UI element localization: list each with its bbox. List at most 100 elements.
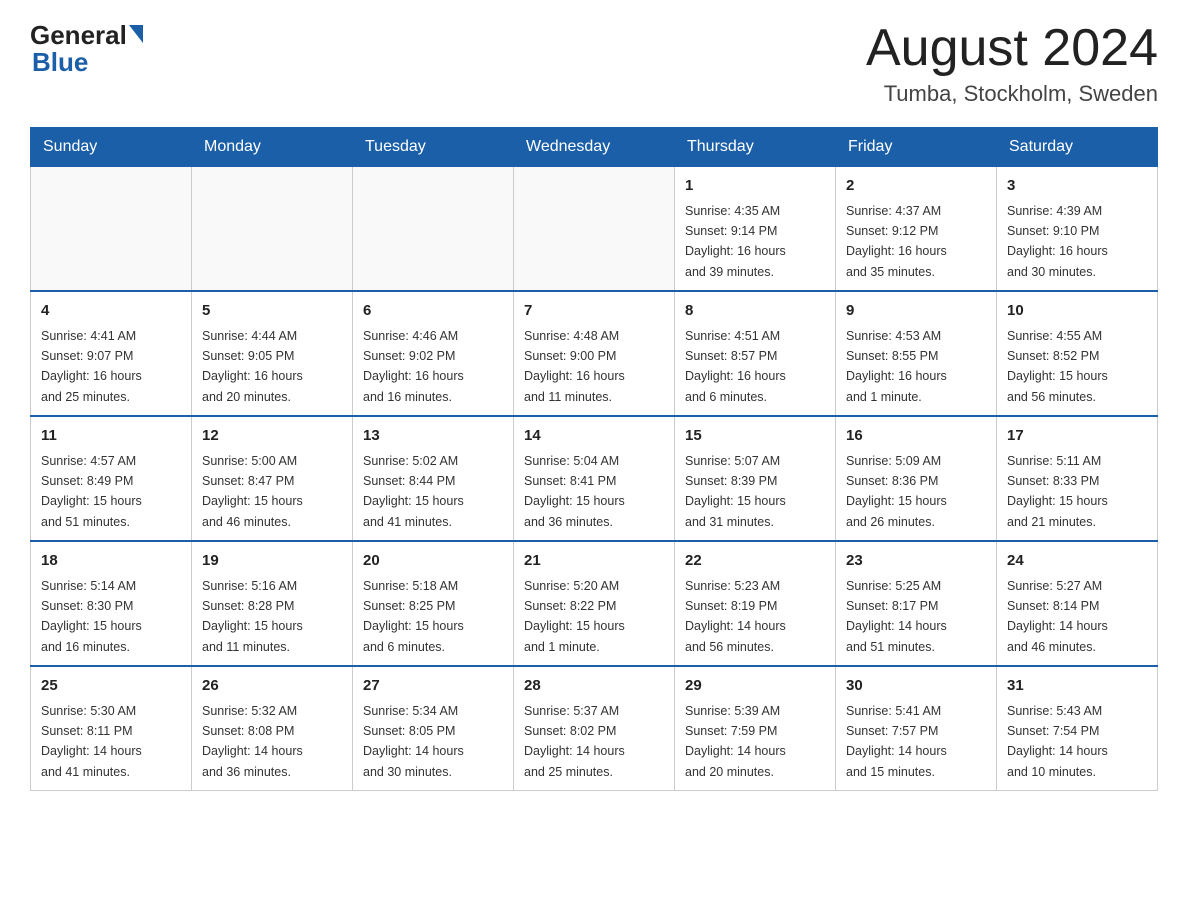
calendar-cell: 5 Sunrise: 4:44 AMSunset: 9:05 PMDaylight… — [192, 291, 353, 416]
day-number: 5 — [202, 300, 342, 323]
calendar-cell: 20 Sunrise: 5:18 AMSunset: 8:25 PMDayligh… — [353, 541, 514, 666]
calendar-week-1: 1 Sunrise: 4:35 AMSunset: 9:14 PMDaylight… — [31, 167, 1158, 292]
day-number: 16 — [846, 425, 986, 448]
calendar-cell: 31 Sunrise: 5:43 AMSunset: 7:54 PMDayligh… — [997, 666, 1158, 791]
calendar-cell: 1 Sunrise: 4:35 AMSunset: 9:14 PMDaylight… — [675, 167, 836, 292]
day-number: 14 — [524, 425, 664, 448]
day-info: Sunrise: 4:46 AMSunset: 9:02 PMDaylight:… — [363, 329, 464, 404]
day-number: 4 — [41, 300, 181, 323]
day-number: 1 — [685, 175, 825, 198]
calendar-cell: 9 Sunrise: 4:53 AMSunset: 8:55 PMDaylight… — [836, 291, 997, 416]
day-info: Sunrise: 4:57 AMSunset: 8:49 PMDaylight:… — [41, 454, 142, 529]
day-info: Sunrise: 5:27 AMSunset: 8:14 PMDaylight:… — [1007, 579, 1108, 654]
calendar-cell: 17 Sunrise: 5:11 AMSunset: 8:33 PMDayligh… — [997, 416, 1158, 541]
column-header-friday: Friday — [836, 128, 997, 167]
calendar-cell: 10Sunrise: 4:55 AMSunset: 8:52 PMDayligh… — [997, 291, 1158, 416]
column-header-saturday: Saturday — [997, 128, 1158, 167]
calendar-cell: 21 Sunrise: 5:20 AMSunset: 8:22 PMDayligh… — [514, 541, 675, 666]
day-number: 2 — [846, 175, 986, 198]
calendar-table: SundayMondayTuesdayWednesdayThursdayFrid… — [30, 127, 1158, 791]
day-info: Sunrise: 5:37 AMSunset: 8:02 PMDaylight:… — [524, 704, 625, 779]
title-section: August 2024 Tumba, Stockholm, Sweden — [866, 20, 1158, 107]
day-number: 18 — [41, 550, 181, 573]
calendar-cell: 8 Sunrise: 4:51 AMSunset: 8:57 PMDaylight… — [675, 291, 836, 416]
calendar-cell — [192, 167, 353, 292]
day-number: 28 — [524, 675, 664, 698]
day-info: Sunrise: 5:41 AMSunset: 7:57 PMDaylight:… — [846, 704, 947, 779]
day-number: 30 — [846, 675, 986, 698]
calendar-week-2: 4 Sunrise: 4:41 AMSunset: 9:07 PMDaylight… — [31, 291, 1158, 416]
calendar-cell: 2 Sunrise: 4:37 AMSunset: 9:12 PMDaylight… — [836, 167, 997, 292]
calendar-cell: 14 Sunrise: 5:04 AMSunset: 8:41 PMDayligh… — [514, 416, 675, 541]
day-info: Sunrise: 4:41 AMSunset: 9:07 PMDaylight:… — [41, 329, 142, 404]
day-number: 20 — [363, 550, 503, 573]
calendar-cell: 3Sunrise: 4:39 AMSunset: 9:10 PMDaylight… — [997, 167, 1158, 292]
day-info: Sunrise: 5:25 AMSunset: 8:17 PMDaylight:… — [846, 579, 947, 654]
column-header-thursday: Thursday — [675, 128, 836, 167]
calendar-cell: 4 Sunrise: 4:41 AMSunset: 9:07 PMDaylight… — [31, 291, 192, 416]
day-number: 12 — [202, 425, 342, 448]
day-info: Sunrise: 4:55 AMSunset: 8:52 PMDaylight:… — [1007, 329, 1108, 404]
day-number: 17 — [1007, 425, 1147, 448]
day-number: 8 — [685, 300, 825, 323]
day-info: Sunrise: 5:04 AMSunset: 8:41 PMDaylight:… — [524, 454, 625, 529]
day-number: 31 — [1007, 675, 1147, 698]
day-number: 15 — [685, 425, 825, 448]
day-info: Sunrise: 5:14 AMSunset: 8:30 PMDaylight:… — [41, 579, 142, 654]
calendar-cell: 29 Sunrise: 5:39 AMSunset: 7:59 PMDayligh… — [675, 666, 836, 791]
day-info: Sunrise: 5:00 AMSunset: 8:47 PMDaylight:… — [202, 454, 303, 529]
day-info: Sunrise: 5:20 AMSunset: 8:22 PMDaylight:… — [524, 579, 625, 654]
day-info: Sunrise: 5:39 AMSunset: 7:59 PMDaylight:… — [685, 704, 786, 779]
day-number: 25 — [41, 675, 181, 698]
day-info: Sunrise: 4:51 AMSunset: 8:57 PMDaylight:… — [685, 329, 786, 404]
calendar-cell: 11 Sunrise: 4:57 AMSunset: 8:49 PMDayligh… — [31, 416, 192, 541]
logo-blue-text: Blue — [32, 47, 88, 78]
day-info: Sunrise: 5:18 AMSunset: 8:25 PMDaylight:… — [363, 579, 464, 654]
day-number: 13 — [363, 425, 503, 448]
calendar-cell: 27 Sunrise: 5:34 AMSunset: 8:05 PMDayligh… — [353, 666, 514, 791]
day-info: Sunrise: 4:37 AMSunset: 9:12 PMDaylight:… — [846, 204, 947, 279]
column-header-sunday: Sunday — [31, 128, 192, 167]
day-number: 3 — [1007, 175, 1147, 198]
column-header-wednesday: Wednesday — [514, 128, 675, 167]
day-info: Sunrise: 5:34 AMSunset: 8:05 PMDaylight:… — [363, 704, 464, 779]
day-number: 24 — [1007, 550, 1147, 573]
calendar-cell: 12 Sunrise: 5:00 AMSunset: 8:47 PMDayligh… — [192, 416, 353, 541]
day-info: Sunrise: 4:53 AMSunset: 8:55 PMDaylight:… — [846, 329, 947, 404]
calendar-cell: 22Sunrise: 5:23 AMSunset: 8:19 PMDayligh… — [675, 541, 836, 666]
day-info: Sunrise: 5:09 AMSunset: 8:36 PMDaylight:… — [846, 454, 947, 529]
day-number: 27 — [363, 675, 503, 698]
day-number: 7 — [524, 300, 664, 323]
calendar-cell: 13 Sunrise: 5:02 AMSunset: 8:44 PMDayligh… — [353, 416, 514, 541]
calendar-week-3: 11 Sunrise: 4:57 AMSunset: 8:49 PMDayligh… — [31, 416, 1158, 541]
day-info: Sunrise: 5:32 AMSunset: 8:08 PMDaylight:… — [202, 704, 303, 779]
day-info: Sunrise: 5:07 AMSunset: 8:39 PMDaylight:… — [685, 454, 786, 529]
calendar-cell — [514, 167, 675, 292]
calendar-cell: 24 Sunrise: 5:27 AMSunset: 8:14 PMDayligh… — [997, 541, 1158, 666]
logo-triangle-icon — [129, 25, 143, 43]
day-info: Sunrise: 5:30 AMSunset: 8:11 PMDaylight:… — [41, 704, 142, 779]
calendar-cell — [353, 167, 514, 292]
day-info: Sunrise: 5:11 AMSunset: 8:33 PMDaylight:… — [1007, 454, 1108, 529]
calendar-cell: 28 Sunrise: 5:37 AMSunset: 8:02 PMDayligh… — [514, 666, 675, 791]
day-number: 21 — [524, 550, 664, 573]
day-info: Sunrise: 5:16 AMSunset: 8:28 PMDaylight:… — [202, 579, 303, 654]
location-title: Tumba, Stockholm, Sweden — [866, 81, 1158, 107]
day-info: Sunrise: 4:35 AMSunset: 9:14 PMDaylight:… — [685, 204, 786, 279]
day-number: 9 — [846, 300, 986, 323]
calendar-cell: 16 Sunrise: 5:09 AMSunset: 8:36 PMDayligh… — [836, 416, 997, 541]
day-info: Sunrise: 5:02 AMSunset: 8:44 PMDaylight:… — [363, 454, 464, 529]
day-number: 29 — [685, 675, 825, 698]
column-header-tuesday: Tuesday — [353, 128, 514, 167]
calendar-cell — [31, 167, 192, 292]
calendar-header-row: SundayMondayTuesdayWednesdayThursdayFrid… — [31, 128, 1158, 167]
page-header: General Blue August 2024 Tumba, Stockhol… — [30, 20, 1158, 107]
calendar-week-5: 25 Sunrise: 5:30 AMSunset: 8:11 PMDayligh… — [31, 666, 1158, 791]
day-number: 26 — [202, 675, 342, 698]
month-title: August 2024 — [866, 20, 1158, 77]
day-info: Sunrise: 4:44 AMSunset: 9:05 PMDaylight:… — [202, 329, 303, 404]
day-number: 11 — [41, 425, 181, 448]
day-info: Sunrise: 5:43 AMSunset: 7:54 PMDaylight:… — [1007, 704, 1108, 779]
calendar-cell: 30 Sunrise: 5:41 AMSunset: 7:57 PMDayligh… — [836, 666, 997, 791]
calendar-cell: 25 Sunrise: 5:30 AMSunset: 8:11 PMDayligh… — [31, 666, 192, 791]
